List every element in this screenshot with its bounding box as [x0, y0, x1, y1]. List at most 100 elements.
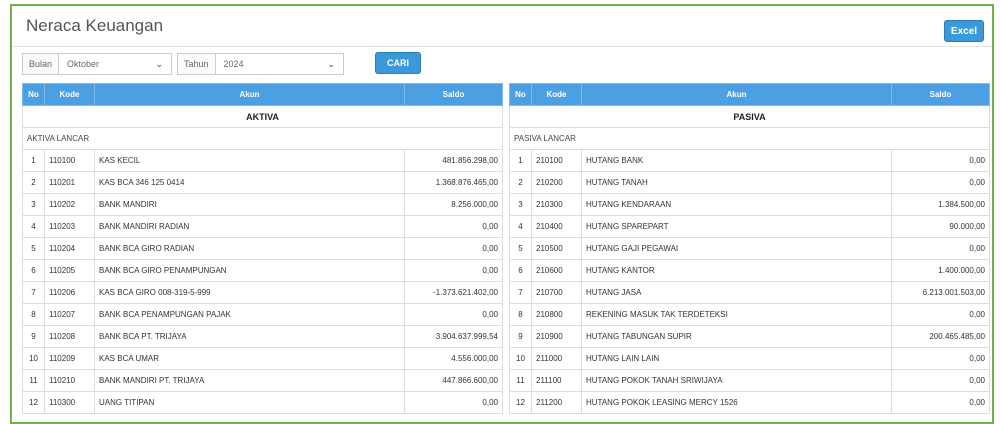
table-row[interactable]: 3 110202 BANK MANDIRI 8.256.000,00: [22, 193, 503, 216]
account-balance: 0,00: [891, 149, 990, 172]
col-saldo-header: Saldo: [404, 83, 503, 106]
account-balance: 0,00: [891, 303, 990, 326]
page-title: Neraca Keuangan: [26, 16, 164, 35]
account-name: BANK MANDIRI PT. TRIJAYA: [94, 369, 405, 392]
account-name: HUTANG POKOK TANAH SRIWIJAYA: [581, 369, 892, 392]
account-name: HUTANG KANTOR: [581, 259, 892, 282]
account-code: 210300: [531, 193, 582, 216]
account-name: BANK BCA GIRO PENAMPUNGAN: [94, 259, 405, 282]
aktiva-section-title: AKTIVA: [22, 105, 503, 128]
table-row[interactable]: 8 210800 REKENING MASUK TAK TERDETEKSI 0,00: [509, 303, 990, 326]
account-balance: 200.465.485,00: [891, 325, 990, 348]
year-label: Tahun: [178, 54, 216, 74]
row-number: 1: [509, 149, 532, 172]
account-balance: 1.384.500,00: [891, 193, 990, 216]
row-number: 3: [22, 193, 45, 216]
row-number: 2: [509, 171, 532, 194]
month-label: Bulan: [23, 54, 60, 74]
account-code: 110204: [44, 237, 95, 260]
account-name: BANK BCA PT. TRIJAYA: [94, 325, 405, 348]
row-number: 8: [509, 303, 532, 326]
table-row[interactable]: 5 110204 BANK BCA GIRO RADIAN 0,00: [22, 237, 503, 260]
account-balance: 0,00: [891, 347, 990, 370]
account-name: HUTANG BANK: [581, 149, 892, 172]
account-balance: 1.368.876.465,00: [404, 171, 503, 194]
account-name: KAS BCA UMAR: [94, 347, 405, 370]
month-value: Oktober: [67, 59, 100, 69]
table-row[interactable]: 12 110300 UANG TITIPAN 0,00: [22, 391, 503, 414]
row-number: 8: [22, 303, 45, 326]
account-code: 110206: [44, 281, 95, 304]
title-divider: [12, 46, 992, 47]
account-balance: 90.000,00: [891, 215, 990, 238]
table-row[interactable]: 9 110208 BANK BCA PT. TRIJAYA 3.904.637.999…: [22, 325, 503, 348]
account-name: HUTANG TANAH: [581, 171, 892, 194]
table-row[interactable]: 7 210700 HUTANG JASA 6.213.001.503,00: [509, 281, 990, 304]
account-balance: 6.213.001.503,00: [891, 281, 990, 304]
account-name: BANK MANDIRI: [94, 193, 405, 216]
row-number: 11: [22, 369, 45, 392]
account-code: 110201: [44, 171, 95, 194]
account-name: BANK BCA GIRO RADIAN: [94, 237, 405, 260]
account-balance: 0,00: [404, 215, 503, 238]
chevron-down-icon: ⌄: [155, 58, 163, 69]
table-row[interactable]: 2 210200 HUTANG TANAH 0,00: [509, 171, 990, 194]
account-code: 110205: [44, 259, 95, 282]
account-balance: 0,00: [891, 369, 990, 392]
table-row[interactable]: 9 210900 HUTANG TABUNGAN SUPIR 200.465.485,…: [509, 325, 990, 348]
account-code: 210700: [531, 281, 582, 304]
row-number: 10: [22, 347, 45, 370]
table-row[interactable]: 3 210300 HUTANG KENDARAAN 1.384.500,00: [509, 193, 990, 216]
account-code: 110100: [44, 149, 95, 172]
account-code: 211100: [531, 369, 582, 392]
col-kode-header: Kode: [44, 83, 95, 106]
account-name: UANG TITIPAN: [94, 391, 405, 414]
table-row[interactable]: 2 110201 KAS BCA 346 125 0414 1.368.876.465…: [22, 171, 503, 194]
row-number: 6: [22, 259, 45, 282]
account-balance: 0,00: [891, 171, 990, 194]
account-balance: -1.373.621.402,00: [404, 281, 503, 304]
account-code: 211200: [531, 391, 582, 414]
table-row[interactable]: 10 110209 KAS BCA UMAR 4.556.000,00: [22, 347, 503, 370]
row-number: 12: [509, 391, 532, 414]
table-row[interactable]: 1 210100 HUTANG BANK 0,00: [509, 149, 990, 172]
row-number: 5: [22, 237, 45, 260]
table-row[interactable]: 6 210600 HUTANG KANTOR 1.400.000,00: [509, 259, 990, 282]
table-row[interactable]: 8 110207 BANK BCA PENAMPUNGAN PAJAK 0,00: [22, 303, 503, 326]
account-balance: 0,00: [404, 303, 503, 326]
table-row[interactable]: 5 210500 HUTANG GAJI PEGAWAI 0,00: [509, 237, 990, 260]
table-row[interactable]: 4 110203 BANK MANDIRI RADIAN 0,00: [22, 215, 503, 238]
year-value: 2024: [223, 59, 244, 69]
account-code: 110203: [44, 215, 95, 238]
account-code: 210400: [531, 215, 582, 238]
table-row[interactable]: 11 211100 HUTANG POKOK TANAH SRIWIJAYA 0,00: [509, 369, 990, 392]
table-row[interactable]: 4 210400 HUTANG SPAREPART 90.000,00: [509, 215, 990, 238]
table-row[interactable]: 12 211200 HUTANG POKOK LEASING MERCY 1526 0…: [509, 391, 990, 414]
pasiva-section-title: PASIVA: [509, 105, 990, 128]
row-number: 6: [509, 259, 532, 282]
year-select[interactable]: Tahun 2024 ⌄: [177, 53, 344, 75]
account-code: 110202: [44, 193, 95, 216]
month-select[interactable]: Bulan Oktober ⌄: [22, 53, 172, 75]
col-no-header: No: [22, 83, 45, 106]
row-number: 7: [509, 281, 532, 304]
account-name: HUTANG GAJI PEGAWAI: [581, 237, 892, 260]
account-code: 210600: [531, 259, 582, 282]
account-balance: 0,00: [404, 259, 503, 282]
table-row[interactable]: 6 110205 BANK BCA GIRO PENAMPUNGAN 0,00: [22, 259, 503, 282]
search-button[interactable]: CARI: [375, 52, 421, 74]
row-number: 12: [22, 391, 45, 414]
table-row[interactable]: 7 110206 KAS BCA GIRO 008-319-5-999 -1.373.…: [22, 281, 503, 304]
account-name: KAS KECIL: [94, 149, 405, 172]
account-balance: 0,00: [891, 391, 990, 414]
account-name: HUTANG JASA: [581, 281, 892, 304]
excel-export-button[interactable]: Excel: [944, 20, 984, 42]
account-code: 210900: [531, 325, 582, 348]
row-number: 9: [22, 325, 45, 348]
table-row[interactable]: 10 211000 HUTANG LAIN LAIN 0,00: [509, 347, 990, 370]
account-code: 210800: [531, 303, 582, 326]
table-row[interactable]: 1 110100 KAS KECIL 481.856.298,00: [22, 149, 503, 172]
row-number: 1: [22, 149, 45, 172]
table-row[interactable]: 11 110210 BANK MANDIRI PT. TRIJAYA 447.866.…: [22, 369, 503, 392]
row-number: 7: [22, 281, 45, 304]
